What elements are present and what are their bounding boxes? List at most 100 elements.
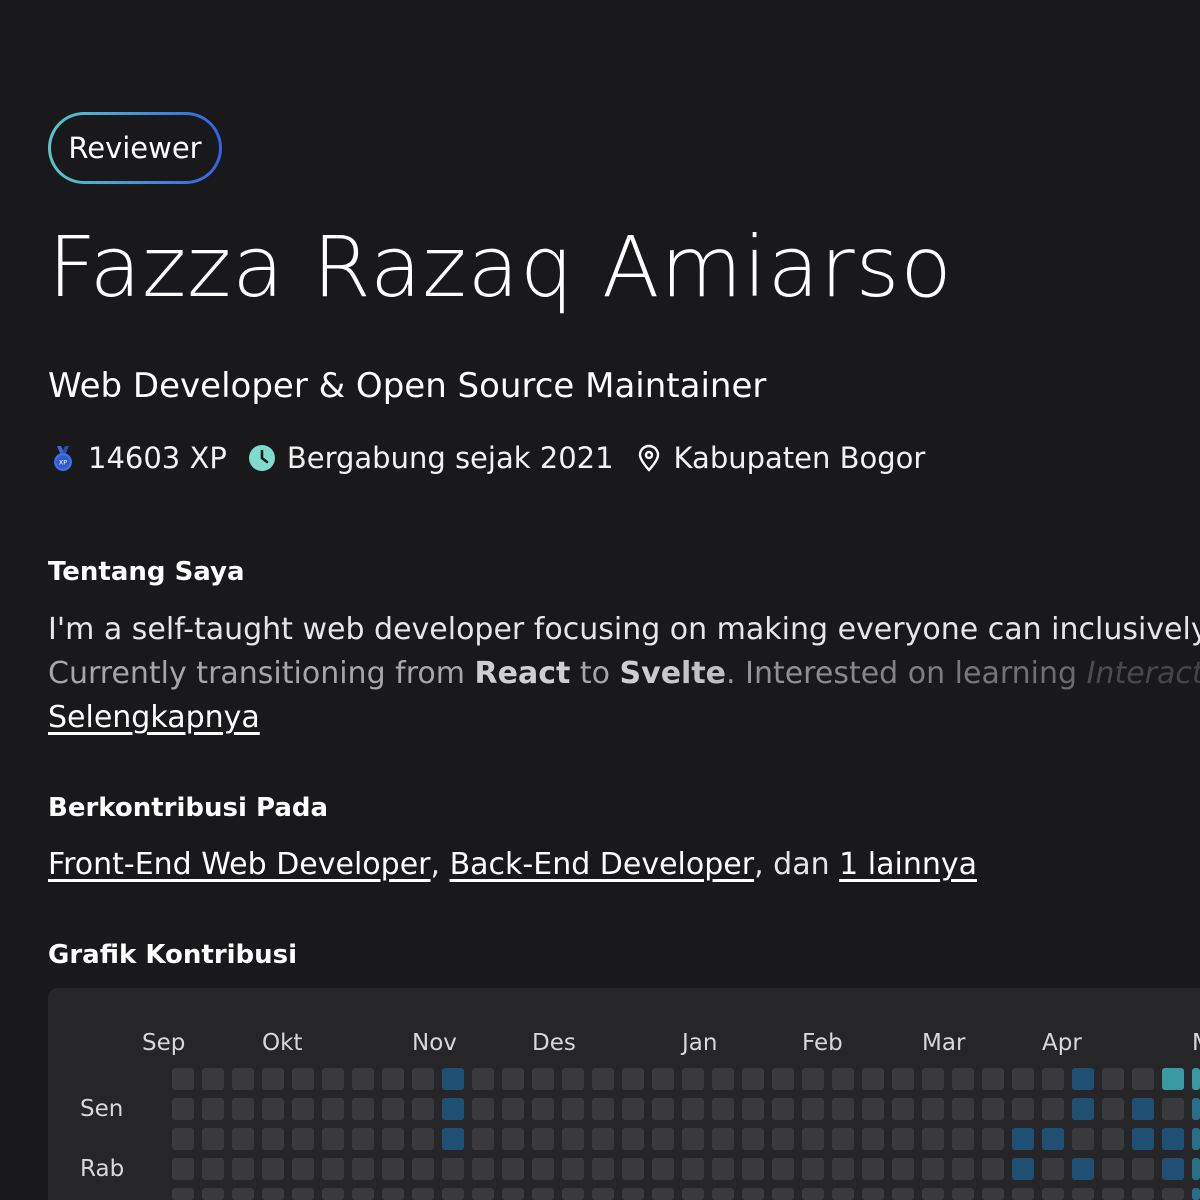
contribution-cell[interactable] [412,1068,434,1090]
contribution-cell[interactable] [1042,1188,1064,1200]
contribution-cell[interactable] [592,1128,614,1150]
contribution-cell[interactable] [592,1188,614,1200]
contribution-cell[interactable] [532,1158,554,1180]
contribution-cell[interactable] [862,1188,884,1200]
contribution-cell[interactable] [202,1158,224,1180]
contribution-cell[interactable] [682,1098,704,1120]
contribution-cell[interactable] [592,1068,614,1090]
contribution-cell[interactable] [832,1128,854,1150]
contribution-cell[interactable] [892,1158,914,1180]
contribution-cell[interactable] [532,1068,554,1090]
contribution-cell[interactable] [322,1158,344,1180]
contribution-cell[interactable] [172,1098,194,1120]
contribution-cell[interactable] [532,1128,554,1150]
contribution-cell[interactable] [472,1158,494,1180]
contribution-cell[interactable] [652,1188,674,1200]
contribution-link-frontend[interactable]: Front-End Web Developer [48,847,431,882]
contribution-cell[interactable] [232,1128,254,1150]
contribution-cell[interactable] [1072,1098,1094,1120]
contribution-cell[interactable] [922,1188,944,1200]
contribution-cell[interactable] [712,1128,734,1150]
contribution-cell[interactable] [232,1098,254,1120]
contribution-cell[interactable] [622,1068,644,1090]
contribution-cell[interactable] [1012,1158,1034,1180]
contribution-cell[interactable] [442,1188,464,1200]
contribution-cell[interactable] [1042,1068,1064,1090]
contribution-cell[interactable] [1132,1098,1154,1120]
contribution-cell[interactable] [322,1128,344,1150]
contribution-cell[interactable] [1132,1128,1154,1150]
contribution-cell[interactable] [202,1128,224,1150]
contribution-cell[interactable] [472,1188,494,1200]
contribution-cell[interactable] [562,1098,584,1120]
contribution-cell[interactable] [502,1158,524,1180]
contribution-cell[interactable] [802,1188,824,1200]
contribution-cell[interactable] [442,1068,464,1090]
contribution-cell[interactable] [862,1128,884,1150]
contribution-cell[interactable] [862,1158,884,1180]
contribution-cell[interactable] [262,1158,284,1180]
contribution-cell[interactable] [562,1128,584,1150]
contribution-cell[interactable] [1012,1128,1034,1150]
contribution-cell[interactable] [1132,1068,1154,1090]
contribution-cell[interactable] [952,1158,974,1180]
contribution-cell[interactable] [382,1158,404,1180]
contribution-cell[interactable] [262,1188,284,1200]
contribution-cell[interactable] [1102,1188,1124,1200]
contribution-cell[interactable] [772,1158,794,1180]
contribution-cell[interactable] [262,1128,284,1150]
contribution-cell[interactable] [982,1098,1004,1120]
contribution-cell[interactable] [892,1068,914,1090]
contribution-cell[interactable] [562,1068,584,1090]
contribution-cell[interactable] [292,1128,314,1150]
contribution-cell[interactable] [892,1188,914,1200]
contribution-cell[interactable] [712,1158,734,1180]
contribution-cell[interactable] [982,1188,1004,1200]
contribution-cell[interactable] [442,1158,464,1180]
contribution-cell[interactable] [472,1128,494,1150]
contribution-cell[interactable] [1072,1128,1094,1150]
contribution-cell[interactable] [922,1068,944,1090]
contribution-cell[interactable] [1102,1128,1124,1150]
contribution-cell[interactable] [592,1158,614,1180]
contribution-cell[interactable] [442,1128,464,1150]
contribution-cell[interactable] [1162,1158,1184,1180]
contribution-cell[interactable] [502,1128,524,1150]
contribution-cell[interactable] [682,1188,704,1200]
contribution-cell[interactable] [1132,1158,1154,1180]
contribution-cell[interactable] [742,1128,764,1150]
contribution-cell[interactable] [562,1188,584,1200]
contribution-cell[interactable] [652,1068,674,1090]
contribution-cell[interactable] [712,1098,734,1120]
contribution-cell[interactable] [352,1158,374,1180]
contribution-cell[interactable] [322,1098,344,1120]
contribution-cell[interactable] [1162,1068,1184,1090]
contribution-cell[interactable] [742,1188,764,1200]
contribution-cell[interactable] [1162,1188,1184,1200]
contribution-cell[interactable] [832,1068,854,1090]
contribution-cell[interactable] [1192,1128,1200,1150]
contribution-cell[interactable] [352,1128,374,1150]
contribution-cell[interactable] [1012,1068,1034,1090]
contribution-cell[interactable] [1162,1128,1184,1150]
contribution-cell[interactable] [292,1188,314,1200]
contribution-cell[interactable] [712,1068,734,1090]
contribution-cell[interactable] [652,1158,674,1180]
contribution-cell[interactable] [322,1188,344,1200]
contribution-cell[interactable] [1192,1188,1200,1200]
contribution-cell[interactable] [832,1158,854,1180]
contribution-cell[interactable] [172,1128,194,1150]
contribution-cell[interactable] [502,1068,524,1090]
contribution-cell[interactable] [622,1158,644,1180]
contribution-cell[interactable] [442,1098,464,1120]
contribution-cell[interactable] [772,1098,794,1120]
contribution-cell[interactable] [622,1188,644,1200]
contribution-cell[interactable] [172,1188,194,1200]
contribution-cell[interactable] [742,1158,764,1180]
contribution-cell[interactable] [412,1158,434,1180]
contribution-cell[interactable] [382,1098,404,1120]
contribution-cell[interactable] [352,1188,374,1200]
contribution-cell[interactable] [232,1188,254,1200]
contribution-cell[interactable] [982,1128,1004,1150]
contribution-cell[interactable] [202,1068,224,1090]
